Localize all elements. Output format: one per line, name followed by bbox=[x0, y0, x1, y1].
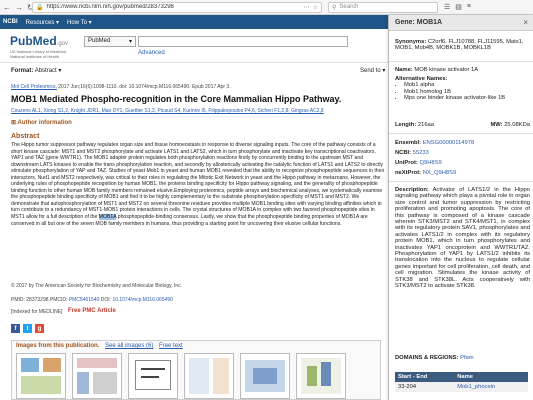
author-information-toggle[interactable]: ⊞ Author information bbox=[11, 119, 72, 126]
journal-link[interactable]: Mol Cell Proteomics. bbox=[11, 84, 57, 90]
gene-header: Gene: MOB1A bbox=[389, 15, 533, 31]
free-text-link[interactable]: Free text bbox=[159, 343, 183, 349]
ncbi-link[interactable]: 55233 bbox=[413, 150, 429, 156]
abstract-text: The Hippo tumor suppressor pathway regul… bbox=[11, 142, 385, 227]
facebook-icon[interactable]: f bbox=[11, 324, 20, 333]
copyright: © 2017 by The American Society for Bioch… bbox=[11, 283, 183, 289]
howto-menu[interactable]: How To ▾ bbox=[67, 19, 92, 26]
uniprot-id: UniProt: Q9H8S9 bbox=[395, 160, 442, 166]
description: Description: Activator of LATS1/2 in the… bbox=[395, 187, 531, 290]
author-list[interactable]: Couzens AL1, Xiong S1,2, Knight JDR1, Ma… bbox=[11, 108, 386, 114]
divider bbox=[389, 133, 533, 134]
bookmark-star-icon[interactable]: ☆ bbox=[313, 4, 318, 11]
browser-search[interactable]: ⚲ Search bbox=[328, 1, 438, 13]
length-mw: Length: 216aa MW: 25.08KDa bbox=[395, 122, 530, 128]
images-panel: Images from this publication. See all im… bbox=[11, 340, 381, 400]
free-pmc-article-link[interactable]: Free PMC Article bbox=[68, 308, 116, 314]
menu-icon[interactable]: ≡ bbox=[467, 3, 471, 11]
alternative-names: Alternative Names: Mob1 alpha Mob1 homol… bbox=[395, 76, 530, 102]
table-header-row: Start - End Name bbox=[395, 372, 528, 382]
pmcid-link[interactable]: PMC5461540 bbox=[69, 297, 100, 303]
database-select[interactable]: PubMed ▾ bbox=[84, 36, 136, 47]
ncbi-header: NCBI Resources ▾ How To ▾ bbox=[0, 15, 388, 29]
column-header: Start - End bbox=[395, 372, 455, 382]
figure-thumbnail[interactable] bbox=[16, 353, 66, 399]
close-icon[interactable]: × bbox=[523, 18, 528, 27]
gene-name: MOB1A bbox=[416, 19, 443, 26]
domains-heading: DOMAINS & REGIONS: Pfam bbox=[395, 355, 474, 361]
twitter-icon[interactable]: t bbox=[23, 324, 32, 333]
google-plus-icon[interactable]: g bbox=[35, 324, 44, 333]
library-icon[interactable]: ☰ bbox=[444, 3, 450, 11]
abstract-heading: Abstract bbox=[11, 133, 40, 140]
nextprot-link[interactable]: NX_Q9H8S9 bbox=[423, 170, 457, 176]
browser-nav: ← → ↻ bbox=[0, 3, 34, 12]
more-icon[interactable]: ⋯ bbox=[304, 4, 310, 11]
images-header: Images from this publication. See all im… bbox=[16, 343, 183, 349]
protein-name: Name: MOB kinase activator 1A bbox=[395, 67, 479, 73]
divider bbox=[389, 61, 533, 62]
browser-search-placeholder: Search bbox=[339, 4, 359, 10]
article-title: MOB1 Mediated Phospho-recognition in the… bbox=[11, 94, 342, 104]
ncbi-logo[interactable]: NCBI bbox=[3, 19, 18, 25]
ensembl-link[interactable]: ENSG00000114978 bbox=[423, 140, 474, 146]
pubmed-search-input[interactable] bbox=[138, 36, 348, 47]
medline-status: [Indexed for MEDLINE] bbox=[11, 309, 63, 315]
chevron-down-icon: ▾ bbox=[128, 39, 132, 45]
figure-thumbnail[interactable] bbox=[128, 353, 178, 399]
browser-toolbar: ← → ↻ 🔒 https://www.ncbi.nlm.nih.gov/pub… bbox=[0, 0, 533, 15]
uniprot-link[interactable]: Q9H8S9 bbox=[420, 160, 442, 166]
figure-thumbnail[interactable] bbox=[296, 353, 346, 399]
browser-tools: ☰ ▤ ≡ bbox=[444, 3, 471, 11]
resources-menu[interactable]: Resources ▾ bbox=[26, 19, 59, 26]
url-text: https://www.ncbi.nlm.nih.gov/pubmed/2837… bbox=[46, 4, 174, 10]
ncbi-id: NCBI: 55233 bbox=[395, 150, 429, 156]
search-icon: ⚲ bbox=[332, 4, 337, 11]
column-header: Name bbox=[454, 372, 528, 382]
see-all-images-link[interactable]: See all images (6) bbox=[105, 343, 153, 349]
gene-info-panel: Gene: MOB1A × Synonyms: C2orf6, FLJ10788… bbox=[388, 15, 533, 400]
figure-thumbnail[interactable] bbox=[240, 353, 290, 399]
pubmed-header: PubMed.gov US National Library of Medici… bbox=[0, 29, 388, 63]
domain-name-link[interactable]: Mob1_phocein bbox=[454, 382, 528, 392]
figure-thumbnail[interactable] bbox=[184, 353, 234, 399]
image-thumbnails bbox=[16, 353, 346, 399]
doi-link[interactable]: 10.1074/mcp.M116.065490 bbox=[112, 297, 173, 303]
nlm-subtitle: US National Library of Medicine National… bbox=[10, 49, 67, 59]
send-to-menu[interactable]: Send to ▾ bbox=[360, 67, 385, 74]
domain-range: 33-204 bbox=[395, 382, 455, 392]
sidebar-icon[interactable]: ▤ bbox=[455, 3, 462, 11]
domains-table: Start - End Name 33-204 Mob1_phocein bbox=[395, 372, 528, 392]
advanced-search-link[interactable]: Advanced bbox=[138, 50, 165, 56]
highlighted-term: MOB1A bbox=[98, 214, 117, 221]
address-bar[interactable]: 🔒 https://www.ncbi.nlm.nih.gov/pubmed/28… bbox=[32, 1, 322, 13]
lock-icon: 🔒 bbox=[36, 4, 44, 11]
synonyms: Synonyms: C2orf6, FLJ10788, FLJ11595, Ma… bbox=[395, 39, 524, 52]
pubmed-logo[interactable]: PubMed.gov bbox=[10, 34, 68, 48]
format-selector[interactable]: Format: Abstract ▾ bbox=[11, 67, 61, 74]
figure-thumbnail[interactable] bbox=[72, 353, 122, 399]
pfam-link[interactable]: Pfam bbox=[460, 355, 474, 361]
ensembl-id: Ensembl: ENSG00000114978 bbox=[395, 140, 475, 146]
forward-arrow-icon[interactable]: → bbox=[15, 3, 23, 12]
divider bbox=[389, 181, 533, 182]
table-row: 33-204 Mob1_phocein bbox=[395, 382, 528, 392]
share-buttons: f t g bbox=[11, 324, 44, 333]
identifiers: PMID: 28373298 PMCID: PMC5461540 DOI: 10… bbox=[11, 297, 173, 303]
citation: Mol Cell Proteomics. 2017 Jun;16(6):1098… bbox=[11, 84, 231, 90]
back-arrow-icon[interactable]: ← bbox=[3, 3, 11, 12]
nextprot-id: neXtProt: NX_Q9H8S9 bbox=[395, 170, 457, 176]
